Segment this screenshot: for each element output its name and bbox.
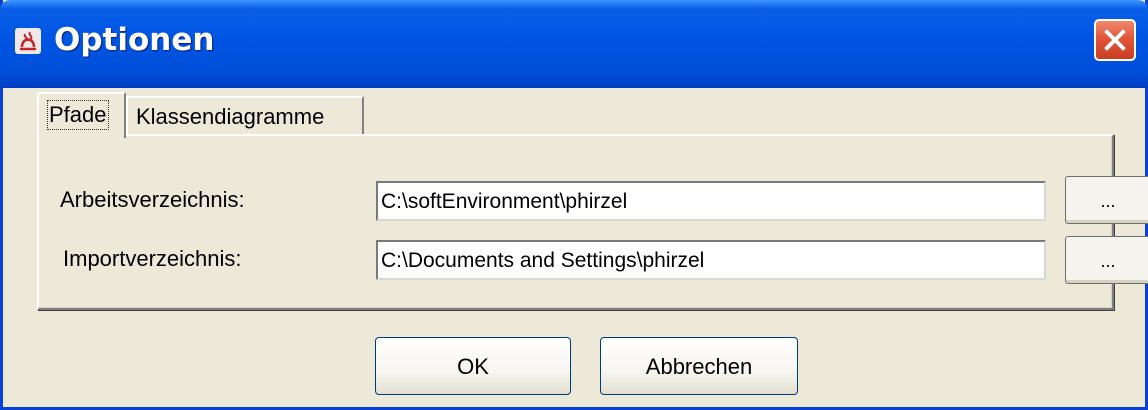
import-dir-label: Importverzeichnis: — [63, 246, 242, 271]
cancel-button[interactable]: Abbrechen — [600, 337, 798, 395]
close-icon — [1104, 29, 1126, 51]
title-bar[interactable]: Optionen — [0, 0, 1148, 88]
work-dir-browse-button[interactable]: ... — [1065, 176, 1148, 224]
tab-pfade-label: Pfade — [47, 100, 109, 130]
ok-button[interactable]: OK — [375, 337, 571, 395]
work-dir-label: Arbeitsverzeichnis: — [60, 187, 245, 212]
work-dir-input[interactable]: C:\softEnvironment\phirzel — [376, 181, 1046, 221]
window-title: Optionen — [54, 22, 215, 58]
close-button[interactable] — [1094, 19, 1136, 61]
tab-panel-pfade: Arbeitsverzeichnis: C:\softEnvironment\p… — [37, 134, 1148, 310]
tab-klassendiagramme[interactable]: Klassendiagramme — [126, 96, 364, 134]
java-app-icon — [15, 28, 41, 54]
import-dir-browse-button[interactable]: ... — [1065, 236, 1148, 284]
import-dir-input[interactable]: C:\Documents and Settings\phirzel — [376, 240, 1046, 280]
tab-klassendiagramme-label: Klassendiagramme — [136, 104, 325, 129]
tab-pfade[interactable]: Pfade — [37, 92, 126, 138]
